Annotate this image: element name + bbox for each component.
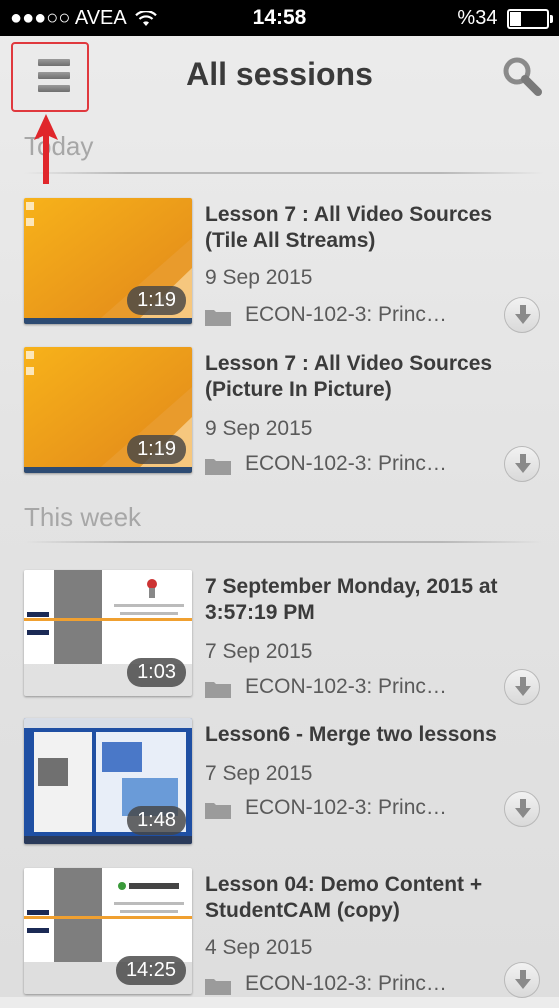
session-course: ECON-102-3: Princ… bbox=[245, 303, 447, 326]
session-course: ECON-102-3: Princ… bbox=[245, 796, 447, 819]
session-title: 7 September Monday, 2015 at 3:57:19 PM bbox=[205, 575, 498, 624]
session-date: 7 Sep 2015 bbox=[205, 640, 313, 663]
folder-icon bbox=[205, 459, 231, 475]
session-thumbnail[interactable]: 1:03 bbox=[24, 570, 192, 696]
session-thumbnail[interactable]: 1:19 bbox=[24, 198, 192, 324]
duration-badge: 1:19 bbox=[127, 286, 186, 315]
session-course: ECON-102-3: Princ… bbox=[245, 452, 447, 475]
session-item[interactable]: 14:25 Lesson 04: Demo Content + StudentC… bbox=[0, 868, 559, 1008]
session-date: 9 Sep 2015 bbox=[205, 417, 313, 440]
section-header-this-week: This week bbox=[24, 502, 142, 532]
duration-badge: 1:48 bbox=[127, 806, 186, 835]
folder-icon bbox=[205, 803, 231, 819]
folder-icon bbox=[205, 979, 231, 995]
session-title: Lesson 7 : All Video Sources (Picture In… bbox=[205, 352, 493, 401]
session-course: ECON-102-3: Princ… bbox=[245, 675, 447, 698]
session-item[interactable]: 1:19 Lesson 7 : All Video Sources (Tile … bbox=[0, 198, 559, 338]
session-title: Lesson 04: Demo Content + StudentCAM (co… bbox=[205, 873, 483, 922]
download-icon bbox=[515, 454, 531, 473]
battery-icon bbox=[507, 8, 553, 29]
session-date: 7 Sep 2015 bbox=[205, 762, 313, 785]
folder-icon bbox=[205, 310, 231, 326]
navigation-bar: All sessions bbox=[0, 36, 559, 114]
session-date: 9 Sep 2015 bbox=[205, 266, 313, 289]
download-button[interactable] bbox=[504, 791, 540, 827]
download-icon bbox=[515, 305, 531, 324]
session-title: Lesson 7 : All Video Sources (Tile All S… bbox=[205, 203, 493, 252]
download-button[interactable] bbox=[504, 297, 540, 333]
battery-indicator: %34 bbox=[457, 7, 553, 30]
session-date: 4 Sep 2015 bbox=[205, 936, 313, 959]
download-icon bbox=[515, 677, 531, 696]
search-icon bbox=[503, 57, 542, 96]
search-button[interactable] bbox=[500, 54, 544, 98]
section-divider bbox=[24, 172, 543, 174]
session-title: Lesson6 - Merge two lessons bbox=[205, 723, 497, 746]
download-icon bbox=[515, 799, 531, 818]
duration-badge: 14:25 bbox=[115, 956, 186, 985]
thumbnail-image bbox=[24, 570, 192, 664]
page-title: All sessions bbox=[186, 56, 373, 92]
session-thumbnail[interactable]: 14:25 bbox=[24, 868, 192, 994]
session-thumbnail[interactable]: 1:48 bbox=[24, 718, 192, 844]
session-thumbnail[interactable]: 1:19 bbox=[24, 347, 192, 473]
session-course: ECON-102-3: Princ… bbox=[245, 972, 447, 995]
download-button[interactable] bbox=[504, 669, 540, 705]
thumbnail-image bbox=[24, 868, 192, 962]
status-bar: ●●●○○ AVEA 14:58 %34 bbox=[0, 0, 559, 36]
duration-badge: 1:03 bbox=[127, 658, 186, 687]
download-icon bbox=[515, 970, 531, 989]
annotation-arrow bbox=[34, 114, 58, 184]
battery-percent: %34 bbox=[457, 7, 498, 29]
section-divider bbox=[24, 541, 543, 543]
duration-badge: 1:19 bbox=[127, 435, 186, 464]
folder-icon bbox=[205, 682, 231, 698]
session-item[interactable]: 1:19 Lesson 7 : All Video Sources (Pictu… bbox=[0, 347, 559, 487]
download-button[interactable] bbox=[504, 446, 540, 482]
session-item[interactable]: 1:03 7 September Monday, 2015 at 3:57:19… bbox=[0, 570, 559, 710]
session-item[interactable]: 1:48 Lesson6 - Merge two lessons 7 Sep 2… bbox=[0, 718, 559, 858]
download-button[interactable] bbox=[504, 962, 540, 998]
